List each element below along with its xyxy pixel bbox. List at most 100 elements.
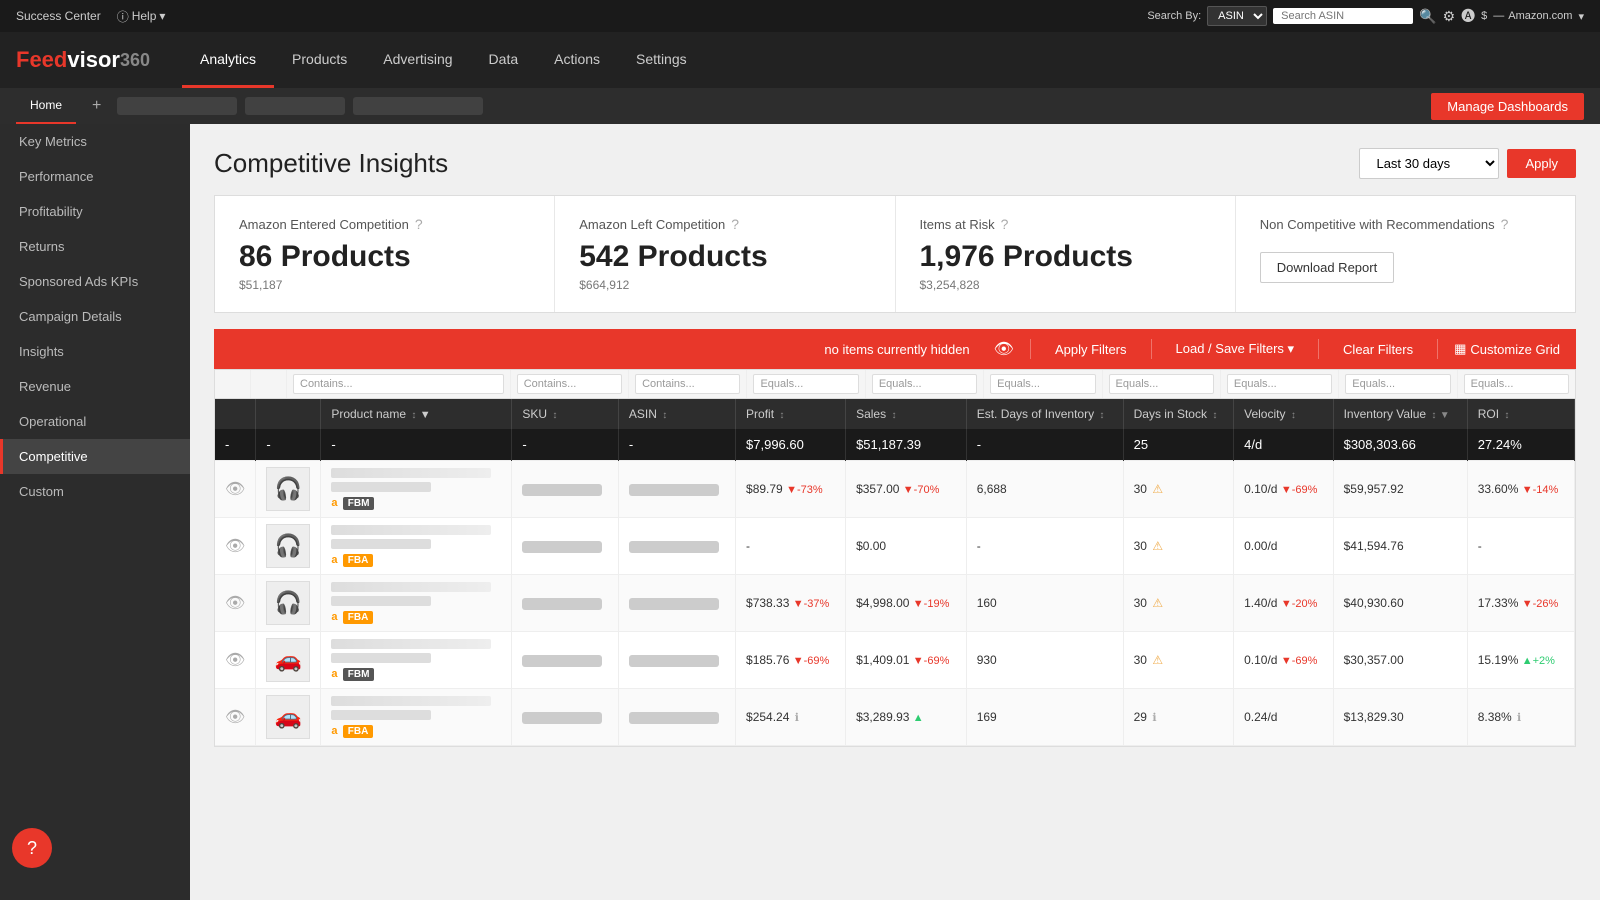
th-inv-value[interactable]: Inventory Value ↕ ▼ [1333,399,1467,429]
search-type-select[interactable]: ASIN [1207,6,1267,26]
filter-separator-2 [1151,339,1152,359]
filter-bar: no items currently hidden 👁 Apply Filter… [214,329,1576,369]
product-image-2: 🎧 [266,524,310,568]
sort-icon-sales: ↕ [891,410,896,421]
filter-profit[interactable] [753,374,858,394]
help-link[interactable]: ⓘ Help ▾ [117,8,166,25]
row-profit-2: - [736,518,846,575]
sidebar-item-campaign-details[interactable]: Campaign Details [0,299,190,334]
search-icon[interactable]: 🔍 [1419,8,1436,25]
product-name-blurred-sm-1 [331,482,431,492]
row-sku-3 [512,575,619,632]
row-eye-2[interactable]: 👁 [215,518,256,575]
sales-trend-5: ▲ [913,712,924,724]
filter-sales[interactable] [872,374,977,394]
success-center-link[interactable]: Success Center [16,9,101,23]
nav-item-analytics[interactable]: Analytics [182,32,274,88]
filter-separator [1030,339,1031,359]
sidebar-item-returns[interactable]: Returns [0,229,190,264]
th-roi[interactable]: ROI ↕ [1467,399,1574,429]
filter-asin[interactable] [635,374,740,394]
row-eye-4[interactable]: 👁 [215,632,256,689]
filter-sku[interactable] [517,374,622,394]
nav-item-advertising[interactable]: Advertising [365,32,470,88]
card-amazon-entered-count: 86 Products [239,240,530,274]
filter-bar-hidden-text: no items currently hidden [230,342,978,357]
sidebar-item-custom[interactable]: Custom [0,474,190,509]
row-img-5: 🚗 [256,689,321,746]
table-row: 👁 🎧 a FBA [215,575,1575,632]
totals-img: - [256,429,321,461]
nav-item-data[interactable]: Data [471,32,537,88]
th-velocity[interactable]: Velocity ↕ [1234,399,1333,429]
load-save-filters-button[interactable]: Load / Save Filters ▾ [1168,337,1303,361]
sidebar-item-performance[interactable]: Performance [0,159,190,194]
sort-icon-asin: ↕ [662,410,667,421]
th-asin[interactable]: ASIN ↕ [618,399,735,429]
search-input[interactable] [1273,8,1413,24]
manage-dashboards-button[interactable]: Manage Dashboards [1431,93,1584,120]
card-info-icon-4[interactable]: ? [1501,216,1509,232]
apply-button[interactable]: Apply [1507,149,1576,178]
th-profit[interactable]: Profit ↕ [736,399,846,429]
amazon-account-icon: 🅐 [1461,6,1475,26]
row-eye-1[interactable]: 👁 [215,461,256,518]
filter-velocity[interactable] [1227,374,1332,394]
help-floating-button[interactable]: ? [12,828,52,868]
nav-item-settings[interactable]: Settings [618,32,705,88]
row-sales-3: $4,998.00 ▼-19% [846,575,967,632]
date-filter-select[interactable]: Last 30 days [1359,148,1499,179]
sidebar-item-profitability[interactable]: Profitability [0,194,190,229]
row-velocity-2: 0.00/d [1234,518,1333,575]
clear-filters-button[interactable]: Clear Filters [1335,338,1421,361]
product-name-blurred-sm-2 [331,539,431,549]
row-eye-3[interactable]: 👁 [215,575,256,632]
row-asin-5 [618,689,735,746]
customize-grid-button[interactable]: ▦ Customize Grid [1454,341,1560,357]
sort-icon-est-days: ↕ [1099,410,1104,421]
days-info-5: ℹ [1152,712,1156,724]
profit-trend-4: ▼-69% [793,655,830,667]
th-product-name[interactable]: Product name ↕ ▼ [321,399,512,429]
nav-item-actions[interactable]: Actions [536,32,618,88]
row-inv-value-4: $30,357.00 [1333,632,1467,689]
download-report-button[interactable]: Download Report [1260,252,1394,283]
eye-icon[interactable]: 👁 [994,339,1014,359]
row-eye-5[interactable]: 👁 [215,689,256,746]
filter-days-stock[interactable] [1109,374,1214,394]
asin-blurred-4 [629,655,719,667]
filter-est-days[interactable] [990,374,1095,394]
tab-add-button[interactable]: + [84,97,109,115]
sidebar-item-key-metrics[interactable]: Key Metrics [0,124,190,159]
card-items-risk: Items at Risk ? 1,976 Products $3,254,82… [896,196,1236,312]
card-info-icon-3[interactable]: ? [1001,216,1009,232]
profit-info-5: ℹ [795,712,799,724]
totals-days-stock: 25 [1123,429,1233,461]
product-image-3: 🎧 [266,581,310,625]
card-info-icon-1[interactable]: ? [415,216,423,232]
row-sales-1: $357.00 ▼-70% [846,461,967,518]
warning-icon-4: ⚠ [1152,653,1163,667]
th-sales[interactable]: Sales ↕ [846,399,967,429]
data-table: Product name ↕ ▼ SKU ↕ ASIN ↕ Profit ↕ S… [214,369,1576,747]
sort-icon-profit: ↕ [779,410,784,421]
filter-roi[interactable] [1464,374,1569,394]
profit-trend-1: ▼-73% [786,484,823,496]
page-layout: Key Metrics Performance Profitability Re… [0,124,1600,900]
filter-product-name[interactable] [293,374,504,394]
card-info-icon-2[interactable]: ? [731,216,739,232]
gear-icon[interactable]: ⚙ [1443,8,1456,25]
th-est-days[interactable]: Est. Days of Inventory ↕ [966,399,1123,429]
sidebar-item-insights[interactable]: Insights [0,334,190,369]
sidebar-item-revenue[interactable]: Revenue [0,369,190,404]
sidebar-item-competitive[interactable]: Competitive [0,439,190,474]
nav-item-products[interactable]: Products [274,32,365,88]
filter-inv-value[interactable] [1345,374,1450,394]
th-days-stock[interactable]: Days in Stock ↕ [1123,399,1233,429]
sidebar-item-operational[interactable]: Operational [0,404,190,439]
tab-home[interactable]: Home [16,88,76,124]
apply-filters-button[interactable]: Apply Filters [1047,338,1135,361]
sidebar-item-sponsored-ads[interactable]: Sponsored Ads KPIs [0,264,190,299]
th-sku[interactable]: SKU ↕ [512,399,619,429]
row-profit-3: $738.33 ▼-37% [736,575,846,632]
